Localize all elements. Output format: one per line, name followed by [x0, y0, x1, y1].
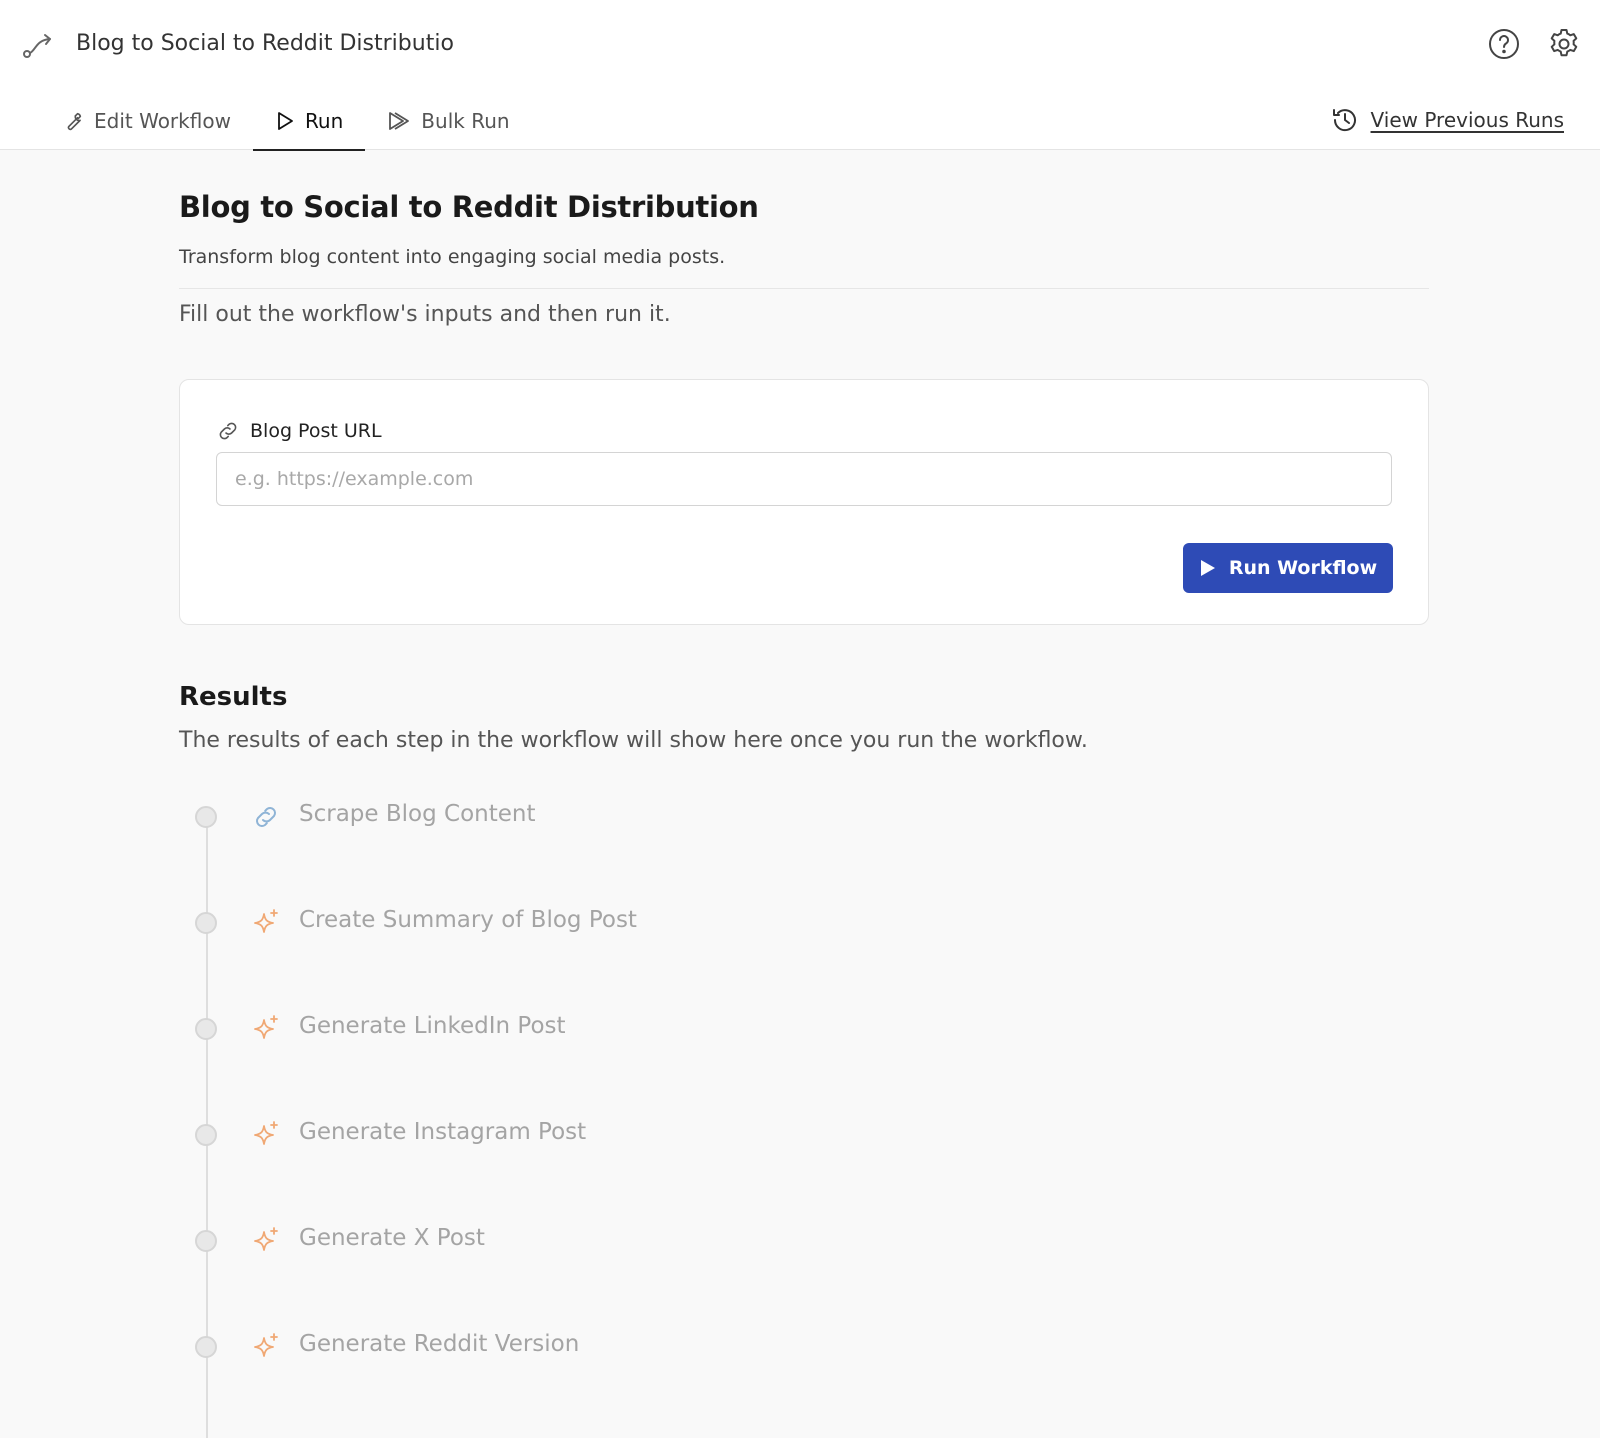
results-title: Results	[179, 682, 288, 712]
tab-label: Bulk Run	[421, 109, 510, 133]
step-label: Generate Instagram Post	[299, 1119, 587, 1145]
wrench-icon	[67, 112, 82, 131]
tab-run[interactable]: Run	[252, 92, 366, 151]
step-generate-linkedin-post[interactable]: Generate LinkedIn Post	[179, 1007, 979, 1051]
link-icon	[219, 422, 237, 440]
view-previous-runs-label: View Previous Runs	[1370, 108, 1564, 132]
step-label: Generate Reddit Version	[299, 1331, 580, 1357]
double-play-icon	[389, 112, 410, 130]
input-card: Blog Post URL Run Workflow	[179, 379, 1429, 625]
tab-bar: Edit Workflow Run Bulk Run	[40, 92, 532, 151]
sparkle-icon	[254, 1015, 278, 1039]
tab-label: Edit Workflow	[94, 109, 231, 133]
step-status-dot	[195, 806, 217, 828]
tab-edit-workflow[interactable]: Edit Workflow	[40, 92, 253, 150]
sparkle-icon	[254, 1121, 278, 1145]
sparkle-icon	[254, 1227, 278, 1251]
tab-bulk-run[interactable]: Bulk Run	[365, 92, 531, 150]
step-generate-x-post[interactable]: Generate X Post	[179, 1219, 979, 1263]
step-label: Create Summary of Blog Post	[299, 907, 637, 933]
page-description: Transform blog content into engaging soc…	[179, 246, 726, 268]
play-icon	[1200, 560, 1215, 576]
step-label: Generate LinkedIn Post	[299, 1013, 566, 1039]
run-workflow-button[interactable]: Run Workflow	[1183, 543, 1393, 593]
step-generate-reddit-version[interactable]: Generate Reddit Version	[179, 1325, 979, 1369]
top-bar: Blog to Social to Reddit Distribution Ed…	[0, 0, 1600, 151]
blog-post-url-input[interactable]	[216, 452, 1392, 506]
step-status-dot	[195, 1124, 217, 1146]
step-label: Scrape Blog Content	[299, 801, 536, 827]
step-status-dot	[195, 912, 217, 934]
tab-label: Run	[304, 109, 344, 133]
workflow-title[interactable]: Blog to Social to Reddit Distribution	[76, 28, 454, 60]
field-label-text: Blog Post URL	[250, 420, 382, 442]
step-status-dot	[195, 1336, 217, 1358]
play-outline-icon	[278, 112, 293, 130]
gear-icon[interactable]	[1546, 26, 1582, 62]
step-create-summary[interactable]: Create Summary of Blog Post	[179, 901, 979, 945]
view-previous-runs-link[interactable]: View Previous Runs	[1331, 100, 1564, 140]
run-workflow-label: Run Workflow	[1228, 557, 1378, 579]
step-label: Generate X Post	[299, 1225, 485, 1251]
step-generate-instagram-post[interactable]: Generate Instagram Post	[179, 1113, 979, 1157]
link-icon	[256, 807, 276, 827]
blog-post-url-label: Blog Post URL	[216, 418, 382, 444]
step-status-dot	[195, 1018, 217, 1040]
page-hint: Fill out the workflow's inputs and then …	[179, 302, 671, 327]
history-icon	[1332, 109, 1356, 132]
help-icon[interactable]	[1486, 26, 1522, 62]
sparkle-icon	[254, 1333, 278, 1357]
step-scrape-blog-content[interactable]: Scrape Blog Content	[179, 795, 979, 839]
results-description: The results of each step in the workflow…	[179, 728, 1088, 753]
sparkle-icon	[254, 909, 278, 933]
step-status-dot	[195, 1230, 217, 1252]
page-title: Blog to Social to Reddit Distribution	[179, 190, 759, 224]
divider	[179, 288, 1429, 289]
workflow-icon	[23, 34, 51, 58]
